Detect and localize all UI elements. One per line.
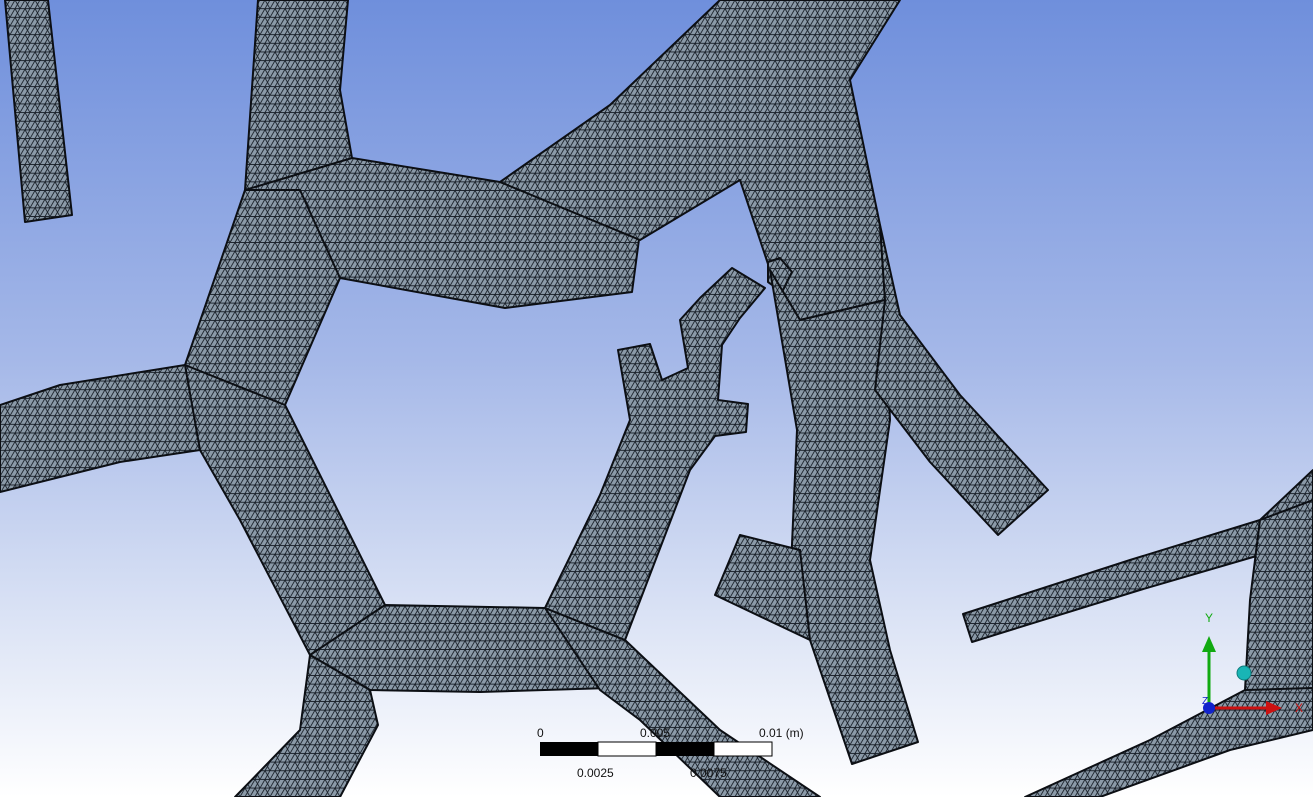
scale-label-00075: 0.0075 xyxy=(690,766,727,780)
mesh-geometry-canvas[interactable]: 0 0.005 0.01 (m) 0.0025 0.0075 Y X Z xyxy=(0,0,1313,797)
mesh-strut-top-left[interactable] xyxy=(244,0,353,191)
triad-z-label: Z xyxy=(1202,696,1208,707)
triad-iso-ball-icon[interactable] xyxy=(1236,665,1252,681)
scale-label-001: 0.01 (m) xyxy=(759,726,804,740)
triad-x-label: X xyxy=(1295,701,1303,715)
scale-seg-4 xyxy=(713,741,773,757)
mesh-strut-right-upper-branch[interactable] xyxy=(874,224,1049,536)
triad-y-label: Y xyxy=(1205,611,1213,625)
scale-seg-3 xyxy=(656,742,714,756)
scale-label-00025: 0.0025 xyxy=(577,766,614,780)
scale-seg-1 xyxy=(540,742,598,756)
mesh-strut-right-lower-stub[interactable] xyxy=(714,534,811,641)
scale-label-0: 0 xyxy=(537,726,544,740)
scale-seg-2 xyxy=(597,741,657,757)
mesh-strut-left-branch[interactable] xyxy=(0,364,211,493)
scale-label-0005: 0.005 xyxy=(640,726,670,740)
triad-y-arrow-icon xyxy=(1202,636,1216,652)
mesh-strut-left-vertical[interactable] xyxy=(4,0,73,223)
graphics-viewport[interactable]: 0 0.005 0.01 (m) 0.0025 0.0075 Y X Z xyxy=(0,0,1313,797)
